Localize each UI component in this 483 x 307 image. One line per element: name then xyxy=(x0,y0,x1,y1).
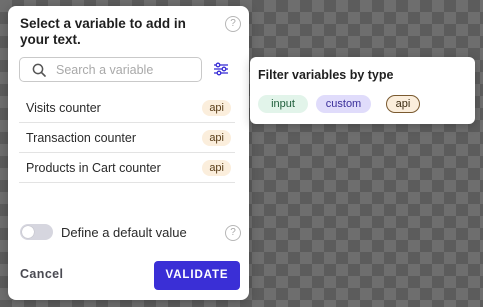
filter-popover: Filter variables by type input custom ap… xyxy=(250,57,475,124)
filter-sliders-icon[interactable] xyxy=(212,60,230,78)
type-badge: api xyxy=(202,100,231,116)
variable-item-visits-counter[interactable]: Visits counter api xyxy=(19,93,235,123)
filter-title: Filter variables by type xyxy=(258,68,394,82)
default-value-label: Define a default value xyxy=(61,225,187,240)
panel-title: Select a variable to add in your text. xyxy=(20,16,186,47)
help-icon[interactable]: ? xyxy=(225,16,241,32)
type-badge: api xyxy=(202,160,231,176)
search-input[interactable] xyxy=(56,61,196,78)
type-badge: api xyxy=(202,130,231,146)
validate-button[interactable]: VALIDATE xyxy=(154,261,240,290)
variable-item-products-in-cart-counter[interactable]: Products in Cart counter api xyxy=(19,153,235,183)
variable-label: Products in Cart counter xyxy=(26,161,161,175)
filter-chip-custom[interactable]: custom xyxy=(316,95,371,113)
variable-picker-panel: Select a variable to add in your text. ?… xyxy=(8,6,249,300)
filter-chip-input[interactable]: input xyxy=(258,95,308,113)
variable-label: Visits counter xyxy=(26,101,101,115)
variable-label: Transaction counter xyxy=(26,131,137,145)
toggle-knob xyxy=(22,226,34,238)
variable-list: Visits counter api Transaction counter a… xyxy=(19,93,235,183)
search-icon xyxy=(32,63,46,77)
variable-item-transaction-counter[interactable]: Transaction counter api xyxy=(19,123,235,153)
cancel-button[interactable]: Cancel xyxy=(20,267,63,281)
search-box xyxy=(19,57,202,82)
default-value-toggle[interactable] xyxy=(20,224,53,240)
filter-chip-api[interactable]: api xyxy=(386,95,420,113)
help-icon[interactable]: ? xyxy=(225,225,241,241)
